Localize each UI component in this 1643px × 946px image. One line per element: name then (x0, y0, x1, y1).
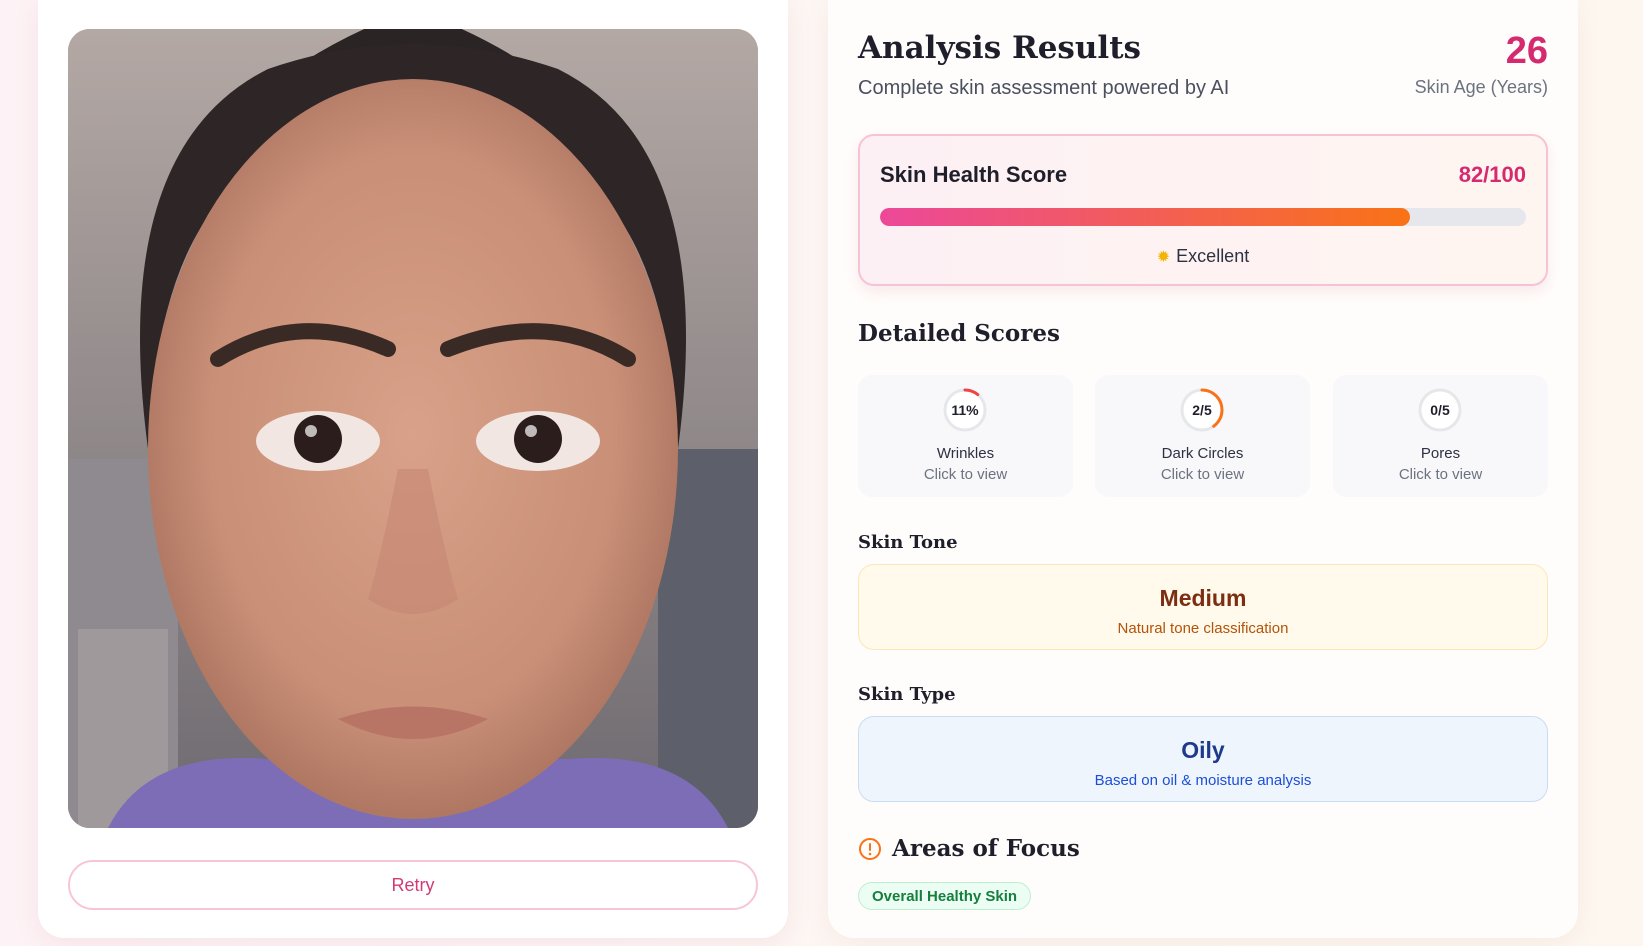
skin-age-label: Skin Age (Years) (1414, 77, 1548, 97)
score-card-pores[interactable]: 0/5 Pores Click to view (1333, 375, 1548, 497)
skin-tone-desc: Natural tone classification (1117, 620, 1289, 637)
face-photo-illustration (68, 29, 758, 828)
alert-circle-icon (859, 837, 881, 860)
retry-button[interactable]: Retry (68, 860, 758, 910)
dark-circles-hint: Click to view (1160, 466, 1245, 483)
results-subtitle: Complete skin assessment powered by AI (858, 77, 1230, 99)
score-card-wrinkles[interactable]: 11% Wrinkles Click to view (858, 375, 1073, 497)
skin-tone-value: Medium (1159, 585, 1247, 611)
health-score-bar-fill (880, 208, 1410, 226)
photo-card: Retry (38, 0, 788, 938)
score-card-dark-circles[interactable]: 2/5 Dark Circles Click to view (1095, 375, 1310, 497)
health-score-label-row: ✹ Excellent (860, 246, 1546, 267)
skin-type-box: Oily Based on oil & moisture analysis (858, 716, 1548, 802)
skin-health-score-box: Skin Health Score 82/100 ✹ Excellent (858, 134, 1548, 286)
skin-type-title: Skin Type (858, 684, 956, 705)
skin-type-value: Oily (1181, 737, 1225, 763)
detailed-scores-title: Detailed Scores (858, 320, 1060, 347)
results-card: Analysis Results Complete skin assessmen… (828, 0, 1578, 938)
face-photo (68, 29, 758, 828)
skin-tone-title: Skin Tone (858, 532, 958, 553)
pores-hint: Click to view (1398, 466, 1483, 483)
dark-circles-score: 2/5 (1192, 402, 1212, 418)
focus-tag: Overall Healthy Skin (858, 882, 1032, 910)
areas-of-focus-title: Areas of Focus (892, 835, 1080, 862)
health-score-bar (880, 208, 1526, 226)
health-score-value: 82/100 (1458, 162, 1526, 187)
wrinkles-hint: Click to view (923, 466, 1008, 483)
areas-of-focus-header: Areas of Focus (858, 835, 1080, 862)
skin-tone-box: Medium Natural tone classification (858, 564, 1548, 650)
skin-age-value: 26 (1505, 30, 1548, 72)
skin-type-desc: Based on oil & moisture analysis (1094, 772, 1312, 789)
sun-icon: ✹ (1156, 249, 1171, 266)
health-score-label: Excellent (1176, 246, 1250, 266)
wrinkles-score: 11% (951, 402, 979, 418)
dark-circles-label: Dark Circles (1161, 445, 1244, 462)
wrinkles-label: Wrinkles (936, 445, 995, 462)
health-score-title: Skin Health Score (880, 162, 1068, 187)
results-title: Analysis Results (858, 30, 1141, 66)
pores-score: 0/5 (1430, 402, 1450, 418)
pores-label: Pores (1420, 445, 1461, 462)
